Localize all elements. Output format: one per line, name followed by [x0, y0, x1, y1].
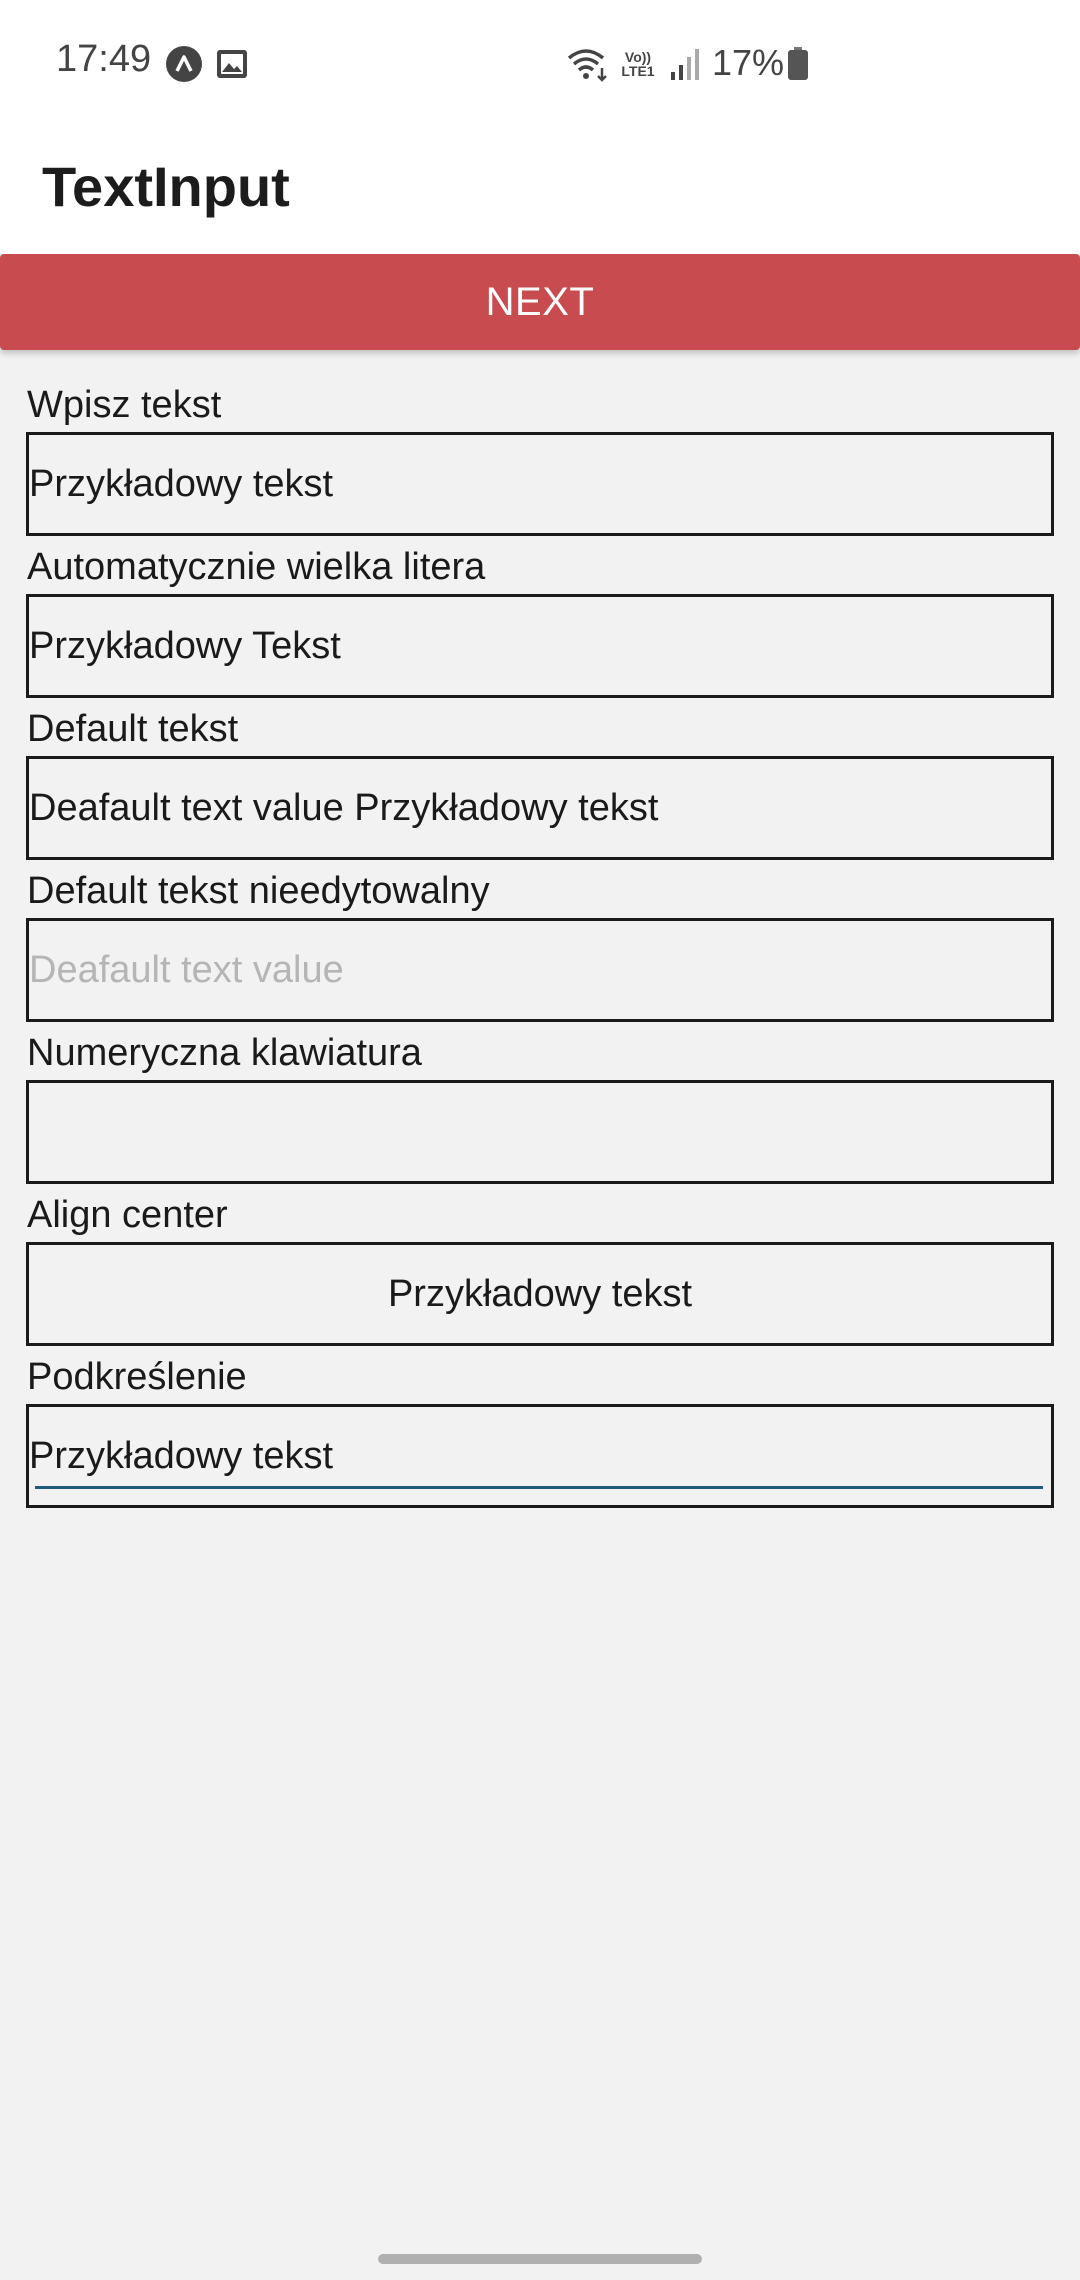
field-label-default-text-readonly: Default tekst nieedytowalny	[27, 870, 490, 912]
field-label-align-center: Align center	[27, 1194, 228, 1236]
autocapitalize-input[interactable]	[29, 597, 1051, 695]
input-underline	[35, 1486, 1043, 1489]
field-label-wpisz-tekst: Wpisz tekst	[27, 384, 222, 426]
align-center-input[interactable]	[29, 1245, 1051, 1343]
default-text-input[interactable]	[29, 759, 1051, 857]
status-time: 17:49	[56, 38, 152, 80]
battery-icon	[784, 46, 812, 82]
underline-input[interactable]	[29, 1407, 1051, 1505]
text-input-box	[26, 432, 1054, 536]
lte-label: LTE1	[621, 63, 655, 79]
field-label-default-text: Default tekst	[27, 708, 239, 750]
numeric-input-box	[26, 1080, 1054, 1184]
next-button[interactable]: NEXT	[0, 254, 1080, 350]
default-text-readonly-input	[29, 921, 1051, 1019]
autocapitalize-input-box	[26, 594, 1054, 698]
status-bar: 17:49 Vo)) LTE1 17%	[0, 0, 1080, 128]
align-center-input-box	[26, 1242, 1054, 1346]
wifi-icon	[566, 46, 610, 82]
underline-input-box	[26, 1404, 1054, 1508]
home-indicator[interactable]	[378, 2254, 702, 2264]
default-text-input-box	[26, 756, 1054, 860]
field-label-autocapitalize: Automatycznie wielka litera	[27, 546, 486, 588]
field-label-underline: Podkreślenie	[27, 1356, 247, 1398]
volte-lte-icon: Vo)) LTE1	[618, 46, 658, 82]
numeric-input[interactable]	[29, 1083, 1051, 1181]
page-title: TextInput	[42, 155, 290, 218]
volte-label: Vo))	[624, 49, 652, 65]
wpisz-tekst-input[interactable]	[29, 435, 1051, 533]
text-input-form: Wpisz tekst Automatycznie wielka litera …	[26, 378, 1054, 1512]
app-header: TextInput	[0, 128, 1080, 254]
default-text-readonly-box	[26, 918, 1054, 1022]
field-label-numeric-keyboard: Numeryczna klawiatura	[27, 1032, 422, 1074]
battery-percentage: 17%	[712, 42, 785, 83]
image-icon	[214, 46, 250, 82]
app-notification-icon	[166, 46, 202, 82]
signal-icon	[666, 46, 702, 82]
